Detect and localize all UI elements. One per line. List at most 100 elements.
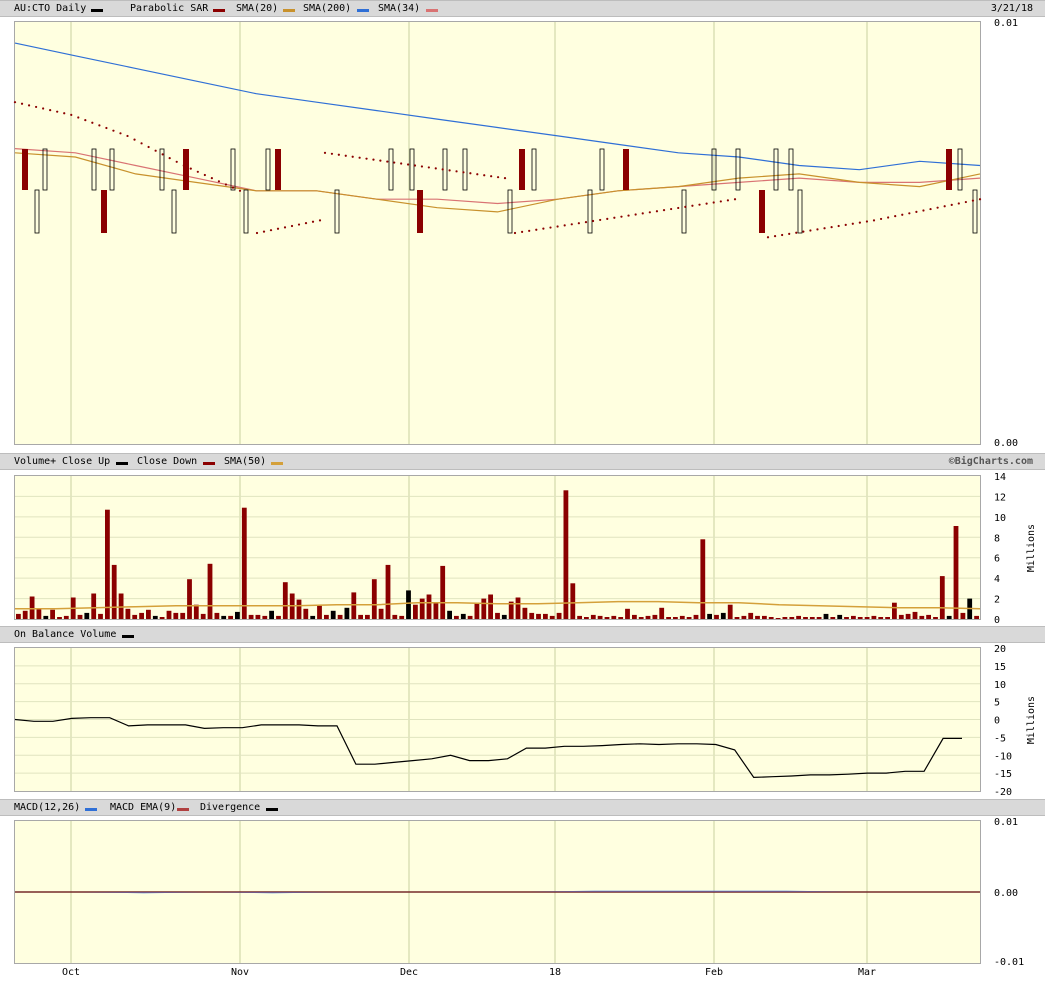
volume-bar <box>29 596 35 619</box>
sar-dot <box>276 227 280 230</box>
volume-bar <box>474 602 480 619</box>
volume-bar <box>789 617 795 619</box>
volume-bar <box>255 614 261 619</box>
sar-dot <box>872 219 876 222</box>
volume-bar <box>755 615 760 619</box>
volume-bar <box>111 564 117 619</box>
sar-dot <box>105 126 108 130</box>
volume-bar <box>392 614 398 619</box>
sar-dot <box>490 175 493 178</box>
sar-dot <box>255 231 259 235</box>
sar-dot <box>238 189 242 192</box>
volume-bar <box>577 615 582 619</box>
sar-dot <box>698 203 701 206</box>
volume-bar <box>221 615 227 619</box>
volume-bar <box>330 610 336 619</box>
sar-dot <box>901 213 904 216</box>
sar-dot <box>535 228 538 231</box>
obv-line <box>14 717 962 779</box>
price-candle <box>735 148 741 191</box>
sar-dot <box>133 138 136 141</box>
volume-y-tick: 8 <box>994 533 1000 544</box>
sar-dot <box>556 225 559 228</box>
sar-dot <box>691 204 694 207</box>
volume-bar <box>953 526 959 619</box>
volume-bar <box>488 594 493 619</box>
volume-bar <box>974 615 979 619</box>
price-candle <box>681 189 687 234</box>
volume-bar <box>844 617 849 619</box>
sar-dot <box>662 209 666 212</box>
sar-dot <box>705 202 708 205</box>
volume-bar <box>262 615 268 619</box>
volume-bar <box>618 617 624 619</box>
volume-bar <box>809 617 815 619</box>
volume-bar <box>597 615 603 619</box>
price-candle <box>972 189 978 234</box>
volume-bar <box>501 614 507 619</box>
volume-bar <box>632 614 637 619</box>
obv-y-tick: 20 <box>994 644 1006 655</box>
volume-bar <box>36 608 42 619</box>
sar-dot <box>231 186 235 189</box>
sar-dot <box>290 224 294 228</box>
volume-bar <box>358 614 363 619</box>
chart-page: AU:CTO Daily Parabolic SAR SMA(20) SMA(2… <box>0 0 1045 981</box>
price-candle <box>388 148 394 191</box>
volume-bar <box>857 617 863 619</box>
sar-dot <box>441 168 444 171</box>
sar-dot <box>84 119 87 122</box>
sar-dot <box>70 113 73 116</box>
price-candle <box>788 148 794 191</box>
volume-bar <box>426 594 432 619</box>
volume-bar <box>241 507 247 619</box>
sar-dot <box>712 201 715 204</box>
price-candle <box>91 148 97 191</box>
volume-bar <box>282 582 288 619</box>
sar-dot <box>297 223 301 226</box>
volume-bar <box>180 612 186 619</box>
sar-dot <box>318 219 322 222</box>
macd-y-tick: 0.00 <box>994 888 1018 899</box>
volume-bar <box>919 615 925 619</box>
sar-dot <box>908 212 911 215</box>
sar-dot <box>648 211 651 214</box>
volume-bar <box>351 592 357 619</box>
sar-dot <box>733 198 737 201</box>
sar-dot <box>283 226 287 229</box>
volume-bar <box>152 615 158 619</box>
volume-bar <box>515 597 521 619</box>
sar-dot <box>844 223 847 226</box>
volume-bar <box>193 604 199 619</box>
sar-dot <box>570 223 573 226</box>
sar-dot <box>549 226 552 229</box>
volume-bar <box>898 614 904 619</box>
sar-dot <box>448 169 451 172</box>
volume-bar <box>433 602 439 619</box>
sar-dot <box>894 215 897 218</box>
sar-dot <box>858 221 861 224</box>
sar-dot <box>427 166 430 169</box>
x-axis-label: Nov <box>231 967 249 978</box>
volume-bar <box>43 615 49 619</box>
volume-bar <box>91 593 97 619</box>
obv-y-tick: -10 <box>994 751 1012 762</box>
sar-dot <box>434 167 437 170</box>
sar-dot <box>887 216 890 219</box>
volume-bar <box>727 604 733 619</box>
volume-bar <box>816 617 822 619</box>
price-candle <box>230 148 236 191</box>
volume-bar <box>200 613 206 619</box>
volume-bar <box>118 593 124 619</box>
sar-dot <box>620 215 623 218</box>
volume-bar <box>146 609 151 619</box>
sar-dot <box>879 217 883 221</box>
price-candle <box>275 149 281 190</box>
volume-bar <box>467 615 473 619</box>
sar-dot <box>936 206 939 209</box>
sar-dot <box>795 231 798 234</box>
sar-dot <box>175 160 178 163</box>
volume-bar <box>652 614 658 619</box>
volume-bar <box>871 615 877 619</box>
sar-dot <box>406 163 410 166</box>
